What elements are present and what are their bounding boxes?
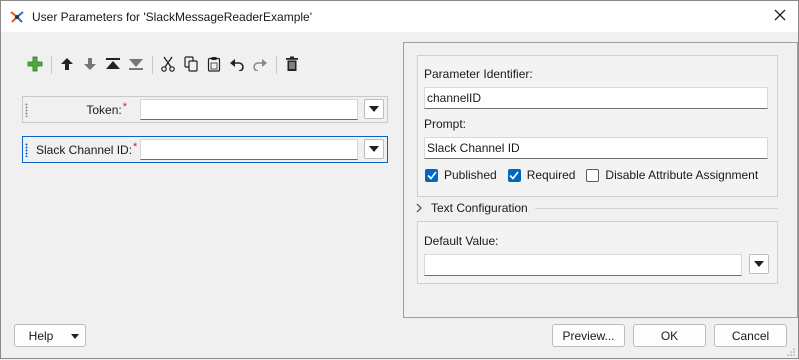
resize-grip-icon[interactable] <box>786 346 796 356</box>
parameters-toolbar <box>25 55 305 75</box>
parameter-details-pane: Parameter Identifier: channelID Prompt: … <box>403 42 798 318</box>
add-parameter-button[interactable] <box>25 55 45 75</box>
undo-button[interactable] <box>227 55 247 75</box>
move-down-button[interactable] <box>80 55 100 75</box>
title-bar: User Parameters for 'SlackMessageReaderE… <box>1 1 798 32</box>
move-to-bottom-button[interactable] <box>126 55 146 75</box>
required-mark: * <box>133 141 138 153</box>
default-value-input[interactable] <box>424 254 742 276</box>
workbench-app-icon <box>9 9 25 25</box>
redo-button[interactable] <box>250 55 270 75</box>
parameter-label: Slack Channel ID:* <box>36 141 138 157</box>
trash-icon <box>285 56 299 75</box>
window-title: User Parameters for 'SlackMessageReaderE… <box>32 10 313 24</box>
identifier-label: Parameter Identifier: <box>424 67 533 81</box>
toolbar-separator <box>152 56 153 74</box>
chevron-down-icon <box>369 146 379 152</box>
parameter-row-slack-channel-id[interactable]: Slack Channel ID:* <box>22 136 388 163</box>
drag-handle[interactable] <box>25 143 28 157</box>
token-dropdown-button[interactable] <box>364 99 384 119</box>
preview-button[interactable]: Preview... <box>552 324 625 347</box>
text-configuration-label: Text Configuration <box>431 201 528 215</box>
scissors-icon <box>160 56 176 75</box>
parameter-label-text: Slack Channel ID: <box>36 143 133 157</box>
checkmark-icon <box>509 171 519 180</box>
dialog-window: User Parameters for 'SlackMessageReaderE… <box>0 0 799 359</box>
parameter-row-token[interactable]: Token:* <box>22 96 388 123</box>
copy-button[interactable] <box>181 55 201 75</box>
prompt-label: Prompt: <box>424 117 467 131</box>
cut-button[interactable] <box>158 55 178 75</box>
move-to-top-button[interactable] <box>103 55 123 75</box>
disable-attribute-assignment-label: Disable Attribute Assignment <box>605 168 759 182</box>
required-checkbox[interactable] <box>507 168 521 182</box>
token-input[interactable] <box>140 99 358 120</box>
disable-attribute-assignment-checkbox[interactable] <box>586 168 600 182</box>
parameter-properties-group: Parameter Identifier: channelID Prompt: … <box>417 55 778 197</box>
chevron-down-icon <box>71 334 79 339</box>
undo-icon <box>229 57 245 74</box>
redo-icon <box>252 57 268 74</box>
move-bottom-icon <box>128 57 144 74</box>
slack-channel-id-dropdown-button[interactable] <box>364 139 384 159</box>
chevron-down-icon <box>754 261 764 267</box>
parameter-label-text: Token: <box>86 103 122 117</box>
chevron-right-icon <box>416 203 422 213</box>
slack-channel-id-input[interactable] <box>140 139 358 160</box>
section-divider <box>535 208 778 209</box>
paste-button[interactable] <box>204 55 224 75</box>
toolbar-separator <box>276 56 277 74</box>
required-mark: * <box>122 101 127 113</box>
chevron-down-icon <box>369 106 379 112</box>
toolbar-separator <box>51 56 52 74</box>
text-configuration-expander[interactable]: Text Configuration <box>416 201 528 215</box>
default-value-group: Default Value: <box>417 221 778 284</box>
default-value-label: Default Value: <box>424 234 499 248</box>
default-value-dropdown-button[interactable] <box>749 254 769 274</box>
identifier-input[interactable]: channelID <box>424 87 768 109</box>
close-icon <box>774 9 786 24</box>
checkmark-icon <box>426 171 437 180</box>
drag-handle[interactable] <box>25 103 28 117</box>
plus-icon <box>27 56 43 75</box>
help-button[interactable]: Help <box>14 324 86 347</box>
published-label: Published <box>444 168 497 182</box>
ok-button[interactable]: OK <box>633 324 706 347</box>
published-checkbox[interactable] <box>425 168 438 182</box>
close-button[interactable] <box>762 1 798 32</box>
arrow-up-icon <box>60 57 74 74</box>
options-row: Published Required Disable Attribute Ass… <box>425 168 769 182</box>
clipboard-icon <box>206 56 222 75</box>
prompt-input[interactable]: Slack Channel ID <box>424 137 768 159</box>
copy-icon <box>183 55 199 75</box>
delete-button[interactable] <box>282 55 302 75</box>
move-up-button[interactable] <box>57 55 77 75</box>
help-button-label: Help <box>28 328 54 343</box>
required-label: Required <box>526 168 576 182</box>
arrow-down-icon <box>83 57 97 74</box>
parameter-label: Token:* <box>86 101 127 117</box>
move-top-icon <box>105 57 121 74</box>
cancel-button[interactable]: Cancel <box>714 324 787 347</box>
